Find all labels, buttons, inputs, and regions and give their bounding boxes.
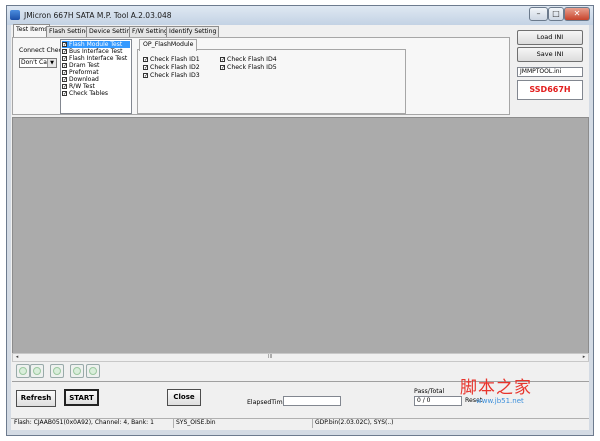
tab-op-flash-module[interactable]: OP_FlashModule bbox=[139, 39, 198, 51]
tool-icon bbox=[19, 367, 27, 375]
tab-identify-setting[interactable]: Identify Setting bbox=[166, 26, 220, 37]
model-label: SSD667H bbox=[517, 80, 583, 100]
scroll-thumb[interactable]: III bbox=[268, 354, 272, 361]
checkbox[interactable]: ✓ bbox=[143, 72, 148, 78]
list-item[interactable]: ✓ Dram Test bbox=[62, 62, 130, 69]
tool-icon bbox=[73, 367, 81, 375]
status-sys: SYS_OISE.bin bbox=[174, 418, 313, 428]
scroll-right-icon[interactable]: ▸ bbox=[580, 354, 588, 361]
checkbox[interactable]: ✓ bbox=[220, 56, 225, 62]
list-item[interactable]: ✓ R/W Test bbox=[62, 83, 130, 90]
scroll-left-icon[interactable]: ◂ bbox=[13, 354, 21, 361]
list-item[interactable]: ✓ Download bbox=[62, 76, 130, 83]
status-flash: Flash: CJAAB051(0x0A92), Channel: 4, Ban… bbox=[12, 418, 174, 428]
pass-total-label: Pass/Total bbox=[414, 388, 445, 395]
list-item[interactable]: ✓ Bus Interface Test bbox=[62, 48, 130, 55]
checkbox[interactable]: ✓ bbox=[62, 91, 67, 97]
pass-total-field: 0 / 0 bbox=[414, 396, 462, 406]
window-title: JMicron 667H SATA M.P. Tool A.2.03.048 bbox=[24, 11, 172, 20]
watermark-text: 脚本之家 bbox=[460, 378, 532, 398]
checkbox[interactable]: ✓ bbox=[62, 42, 67, 48]
check-flash-id3[interactable]: ✓ Check Flash ID3 bbox=[143, 72, 200, 80]
load-ini-button[interactable]: Load INI bbox=[517, 30, 583, 45]
tool-icon bbox=[53, 367, 61, 375]
list-item[interactable]: ✓ Flash Module Test bbox=[62, 41, 130, 48]
elapsed-time-field bbox=[283, 396, 341, 406]
checkbox[interactable]: ✓ bbox=[62, 77, 67, 83]
tab-test-items[interactable]: Test Items bbox=[13, 24, 51, 38]
check-flash-id4[interactable]: ✓ Check Flash ID4 bbox=[220, 56, 277, 64]
test-items-list[interactable]: ✓ Flash Module Test ✓ Bus Interface Test ✓… bbox=[60, 39, 132, 114]
refresh-icon[interactable] bbox=[70, 364, 84, 378]
checkbox[interactable]: ✓ bbox=[62, 56, 67, 62]
lock-icon[interactable] bbox=[50, 364, 64, 378]
check-flash-id2[interactable]: ✓ Check Flash ID2 bbox=[143, 64, 200, 72]
refresh-button[interactable]: Refresh bbox=[16, 390, 56, 407]
check-flash-id1[interactable]: ✓ Check Flash ID1 bbox=[143, 56, 200, 64]
checkbox[interactable]: ✓ bbox=[143, 64, 148, 70]
tool-icon bbox=[33, 367, 41, 375]
horizontal-scrollbar[interactable]: ◂ III ▸ bbox=[12, 353, 589, 362]
tool-icon bbox=[89, 367, 97, 375]
log-area[interactable] bbox=[12, 117, 589, 360]
list-item[interactable]: ✓ Flash Interface Test bbox=[62, 55, 130, 62]
connect-check-select[interactable]: Don't Care ▼ bbox=[19, 58, 57, 68]
tool-icon-1[interactable] bbox=[16, 364, 30, 378]
checkbox[interactable]: ✓ bbox=[62, 84, 67, 90]
checkbox[interactable]: ✓ bbox=[62, 49, 67, 55]
stop-icon[interactable] bbox=[86, 364, 100, 378]
status-gdp: GDP.bin(2.03.02C), SYS(..) bbox=[315, 419, 394, 426]
maximize-button[interactable]: □ bbox=[548, 7, 564, 21]
save-ini-button[interactable]: Save INI bbox=[517, 47, 583, 62]
start-button[interactable]: START bbox=[64, 389, 99, 406]
check-flash-id5[interactable]: ✓ Check Flash ID5 bbox=[220, 64, 277, 72]
connect-check-label: Connect Check bbox=[19, 47, 66, 54]
close-window-button[interactable]: ✕ bbox=[564, 7, 590, 21]
list-item[interactable]: ✓ Check Tables bbox=[62, 90, 130, 97]
tool-icon-2[interactable] bbox=[30, 364, 44, 378]
tab-fw-setting[interactable]: F/W Setting bbox=[129, 26, 171, 37]
chevron-down-icon[interactable]: ▼ bbox=[47, 59, 56, 67]
checkbox[interactable]: ✓ bbox=[220, 64, 225, 70]
elapsed-time-label: ElapsedTime bbox=[247, 399, 287, 406]
app-icon bbox=[10, 10, 20, 20]
checkbox[interactable]: ✓ bbox=[62, 70, 67, 76]
checkbox[interactable]: ✓ bbox=[62, 63, 67, 69]
minimize-button[interactable]: – bbox=[529, 7, 548, 21]
ini-file-field[interactable]: JMMPTOOL.ini bbox=[517, 67, 583, 77]
checkbox[interactable]: ✓ bbox=[143, 56, 148, 62]
close-button[interactable]: Close bbox=[167, 389, 201, 406]
list-item[interactable]: ✓ Preformat bbox=[62, 69, 130, 76]
watermark-url: www.jb51.net bbox=[476, 397, 524, 405]
